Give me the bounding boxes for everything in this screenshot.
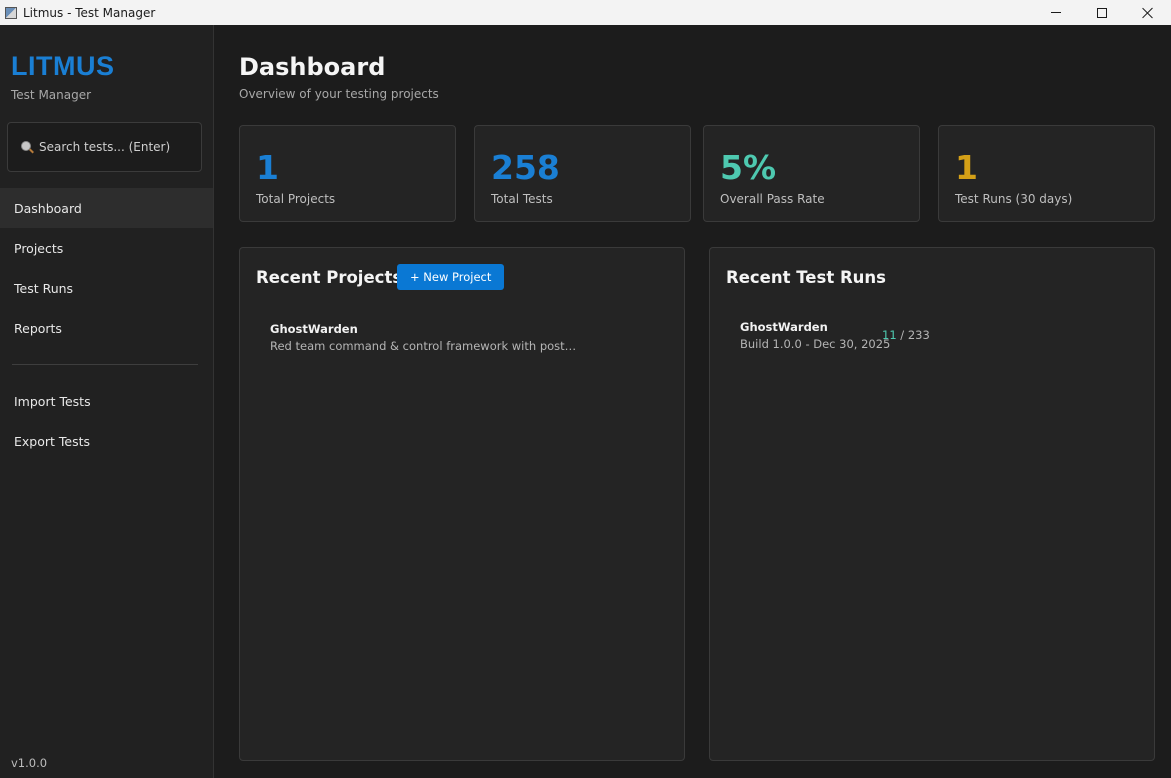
window-controls [1033,0,1171,25]
search-icon [20,140,34,154]
sidebar-divider [12,364,198,365]
sidebar: LITMUS Test Manager Dashboard Projects T… [0,25,214,778]
sidebar-item-export-tests[interactable]: Export Tests [0,421,213,461]
close-icon [1142,7,1154,19]
recent-test-runs-title: Recent Test Runs [726,268,886,287]
app-version: v1.0.0 [11,756,48,770]
test-run-total-count: 233 [907,328,930,342]
project-name: GhostWarden [270,322,358,336]
maximize-icon [1097,7,1107,18]
recent-projects-panel: Recent Projects + New Project GhostWarde… [239,247,685,761]
page-title: Dashboard [239,53,386,81]
sidebar-item-reports[interactable]: Reports [0,308,213,348]
stat-label: Total Tests [491,192,553,206]
minimize-button[interactable] [1033,0,1079,25]
stat-value: 1 [955,148,978,187]
test-run-list-item[interactable]: GhostWarden Build 1.0.0 - Dec 30, 2025 [740,320,890,351]
brand-logo: LITMUS [11,51,115,81]
stat-label: Test Runs (30 days) [955,192,1073,206]
stat-value: 1 [256,148,279,187]
minimize-icon [1051,12,1061,13]
stat-card-total-projects: 1 Total Projects [239,125,456,222]
window-title: Litmus - Test Manager [23,5,156,20]
stat-label: Total Projects [256,192,336,206]
stat-label: Overall Pass Rate [720,192,825,206]
project-description: Red team command & control framework wit… [270,339,580,353]
stat-card-test-runs: 1 Test Runs (30 days) [938,125,1155,222]
test-run-count-separator: / [896,328,908,342]
sidebar-item-import-tests[interactable]: Import Tests [0,381,213,421]
brand-subtitle: Test Manager [11,88,92,102]
test-run-meta: Build 1.0.0 - Dec 30, 2025 [740,337,891,351]
sidebar-item-projects[interactable]: Projects [0,228,213,268]
sidebar-item-test-runs[interactable]: Test Runs [0,268,213,308]
app-icon [5,6,17,19]
window-titlebar: Litmus - Test Manager [0,0,1171,25]
new-project-button[interactable]: + New Project [397,264,505,290]
search-box[interactable] [7,122,202,172]
recent-projects-title: Recent Projects [256,268,403,287]
maximize-button[interactable] [1079,0,1125,25]
page-subtitle: Overview of your testing projects [239,87,439,101]
test-run-name: GhostWarden [740,320,828,334]
project-list-item[interactable]: GhostWarden Red team command & control f… [270,322,670,353]
test-run-result-count: 11 / 233 [882,328,930,342]
sidebar-item-dashboard[interactable]: Dashboard [0,188,213,228]
stat-value: 258 [491,148,560,187]
stat-card-pass-rate: 5% Overall Pass Rate [703,125,920,222]
stat-value: 5% [720,148,777,187]
recent-test-runs-panel: Recent Test Runs GhostWarden Build 1.0.0… [709,247,1155,761]
search-input[interactable] [39,140,199,154]
stat-card-total-tests: 258 Total Tests [474,125,691,222]
test-run-passed-count: 11 [882,328,897,342]
close-button[interactable] [1125,0,1171,25]
